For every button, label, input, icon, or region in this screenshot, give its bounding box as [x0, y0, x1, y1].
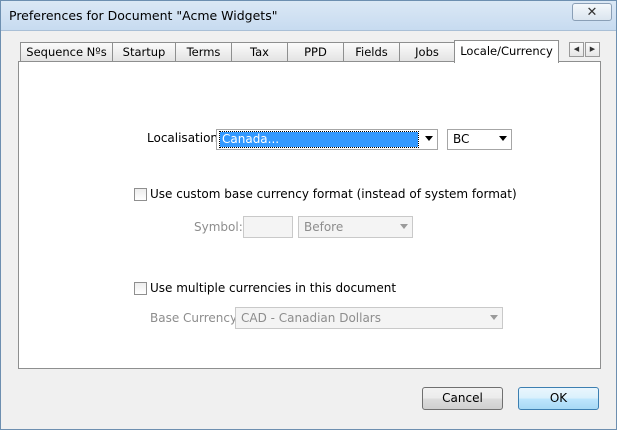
base-currency-dropdown[interactable]: CAD - Canadian Dollars [235, 307, 503, 329]
tab-sequence-numbers[interactable]: Sequence Nºs [20, 42, 113, 61]
tab-fields[interactable]: Fields [343, 42, 400, 61]
base-currency-label: Base Currency: [150, 311, 241, 325]
locale-currency-panel: Localisation: Canada... BC Use custom ba… [18, 61, 601, 369]
symbol-position-value: Before [304, 220, 344, 234]
title-bar[interactable]: Preferences for Document "Acme Widgets" … [1, 1, 616, 31]
tab-terms[interactable]: Terms [175, 42, 232, 61]
region-dropdown[interactable]: BC [447, 129, 512, 150]
base-currency-value: CAD - Canadian Dollars [241, 311, 381, 325]
tab-startup[interactable]: Startup [112, 42, 176, 61]
tab-scroll-left-button[interactable]: ◀ [569, 42, 584, 57]
chevron-down-icon [400, 224, 408, 229]
chevron-down-icon [490, 315, 498, 320]
cancel-button[interactable]: Cancel [422, 387, 503, 410]
localisation-label: Localisation: [147, 131, 223, 145]
localisation-value: Canada... [219, 131, 419, 148]
chevron-down-icon [425, 136, 433, 141]
tab-tax[interactable]: Tax [231, 42, 288, 61]
custom-format-label[interactable]: Use custom base currency format (instead… [150, 187, 517, 201]
arrow-left-icon: ◀ [573, 45, 580, 53]
symbol-position-dropdown[interactable]: Before [298, 216, 413, 238]
ok-button[interactable]: OK [518, 387, 599, 410]
symbol-input[interactable] [243, 216, 293, 238]
symbol-label: Symbol: [194, 220, 243, 234]
region-value: BC [453, 132, 470, 146]
preferences-dialog: Preferences for Document "Acme Widgets" … [0, 0, 617, 430]
tab-locale-currency[interactable]: Locale/Currency [454, 40, 559, 63]
tab-ppd[interactable]: PPD [287, 42, 344, 61]
window-title: Preferences for Document "Acme Widgets" [9, 8, 278, 23]
close-button[interactable]: ✕ [572, 3, 612, 21]
tab-scroll-right-button[interactable]: ▶ [585, 42, 600, 57]
tab-strip: Sequence Nºs Startup Terms Tax PPD Field… [20, 40, 601, 63]
tab-jobs[interactable]: Jobs [399, 42, 455, 61]
localisation-dropdown[interactable]: Canada... [216, 129, 438, 150]
multi-currency-label[interactable]: Use multiple currencies in this document [150, 281, 396, 295]
custom-format-checkbox[interactable] [134, 188, 147, 201]
chevron-down-icon [499, 136, 507, 141]
close-icon: ✕ [586, 4, 598, 20]
multi-currency-checkbox[interactable] [134, 282, 147, 295]
tab-scroll-buttons: ◀ ▶ [569, 42, 602, 58]
arrow-right-icon: ▶ [589, 45, 596, 53]
